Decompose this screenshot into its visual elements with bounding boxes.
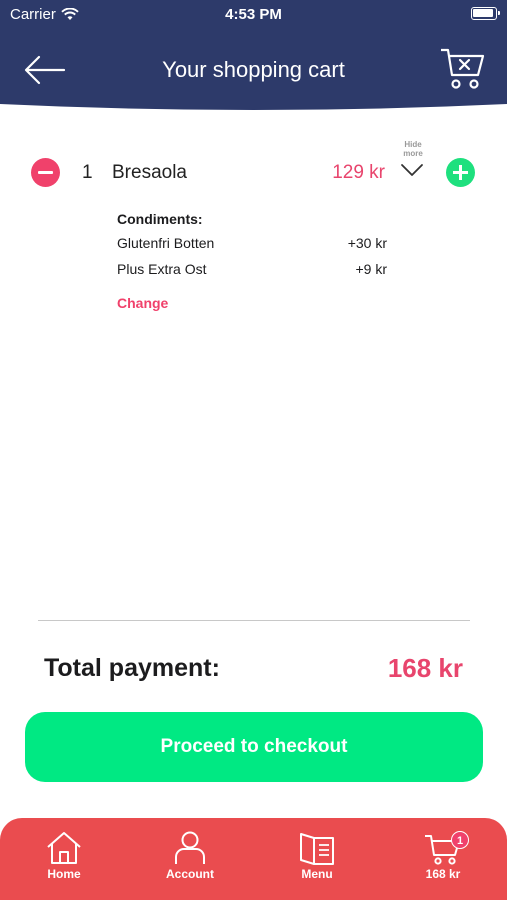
account-icon xyxy=(175,831,205,864)
item-quantity: 1 xyxy=(82,162,93,183)
condiment-price: +30 kr xyxy=(347,235,387,251)
tab-home[interactable]: Home xyxy=(19,830,109,890)
status-bar: Carrier 4:53 PM xyxy=(0,0,507,28)
home-icon xyxy=(47,832,81,864)
tab-bar: Home Account Menu 1 168 kr xyxy=(0,818,507,900)
decrease-quantity-button[interactable] xyxy=(31,158,60,187)
status-time: 4:53 PM xyxy=(225,6,282,23)
tab-menu[interactable]: Menu xyxy=(272,830,362,890)
condiment-price: +9 kr xyxy=(355,261,387,277)
battery-icon xyxy=(471,7,500,20)
tab-account-label: Account xyxy=(166,867,214,881)
tab-menu-label: Menu xyxy=(301,867,333,881)
tab-cart-label: 168 kr xyxy=(425,867,461,881)
divider xyxy=(38,620,470,621)
cart-badge: 1 xyxy=(451,831,469,849)
cart-clear-icon xyxy=(441,48,485,89)
condiment-name: Plus Extra Ost xyxy=(117,261,207,277)
tab-cart[interactable]: 1 168 kr xyxy=(398,830,488,890)
header: Carrier 4:53 PM Your shopping cart xyxy=(0,0,507,112)
clear-cart-button[interactable] xyxy=(438,45,486,93)
cart-item-row: 1 Bresaola 129 kr Hide more xyxy=(0,140,507,194)
condiments-title: Condiments: xyxy=(117,211,203,227)
item-name: Bresaola xyxy=(112,162,187,183)
total-value: 168 kr xyxy=(387,653,463,683)
tab-home-label: Home xyxy=(47,867,81,881)
page-title: Your shopping cart xyxy=(162,57,345,82)
chevron-down-icon[interactable] xyxy=(400,162,424,178)
condiment-name: Glutenfri Botten xyxy=(117,235,215,251)
condiment-row: Plus Extra Ost +9 kr xyxy=(117,261,387,277)
tab-account[interactable]: Account xyxy=(145,830,235,890)
condiment-row: Glutenfri Botten +30 kr xyxy=(117,235,387,251)
condiments-section: Condiments: Glutenfri Botten +30 kr Plus… xyxy=(117,211,387,287)
increase-quantity-button[interactable] xyxy=(446,158,475,187)
proceed-to-checkout-button[interactable]: Proceed to checkout xyxy=(25,712,483,782)
menu-book-icon xyxy=(300,833,334,865)
hide-more-label[interactable]: Hide more xyxy=(398,140,428,158)
item-price: 129 kr xyxy=(332,162,385,183)
total-label: Total payment: xyxy=(44,654,220,682)
change-condiments-link[interactable]: Change xyxy=(117,295,168,311)
